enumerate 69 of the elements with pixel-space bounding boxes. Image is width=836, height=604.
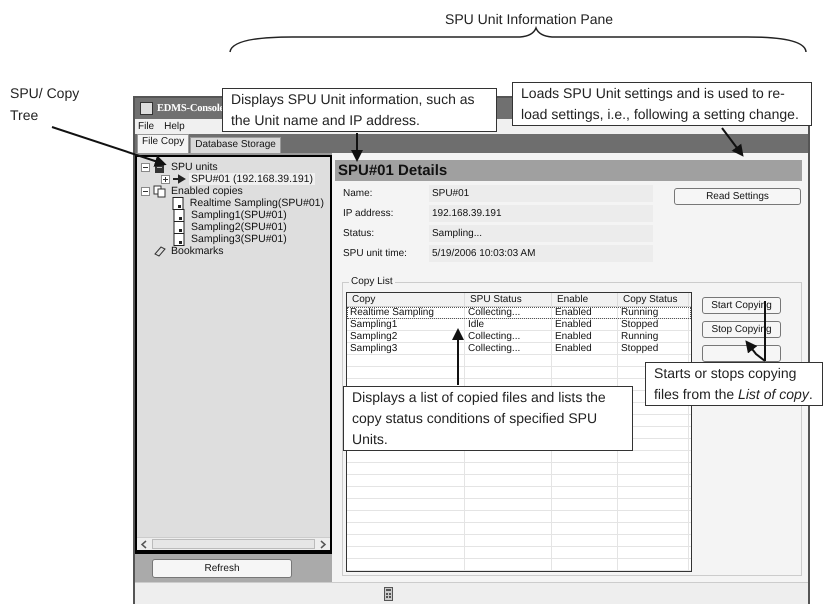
table-cell: Running	[618, 331, 689, 342]
details-header: SPU#01 Details	[335, 160, 802, 181]
table-cell: Idle	[465, 319, 552, 330]
table-cell: Enabled	[552, 319, 618, 330]
field-value: SPU#01	[429, 185, 653, 202]
app-icon	[140, 102, 153, 115]
expand-icon[interactable]	[161, 174, 170, 184]
column-header[interactable]: Copy	[347, 293, 465, 307]
document-icon	[172, 196, 185, 210]
table-cell: Running	[618, 307, 689, 318]
read-settings-button[interactable]: Read Settings	[674, 188, 801, 205]
tag-icon	[153, 244, 166, 258]
tree-item[interactable]: Enabled copies	[169, 185, 245, 197]
arrow-icon	[173, 172, 186, 186]
collapse-icon[interactable]	[141, 186, 150, 196]
callout-text: Displays a list of copied files and lists the copy status conditions of specified SPU Units.	[343, 386, 633, 451]
pages-icon	[153, 184, 166, 198]
callout-text: Displays SPU Unit information, such as the Unit name and IP address.	[222, 88, 497, 132]
pane-label: SPU Unit Information Pane	[445, 10, 614, 29]
field-value: 192.168.39.191	[429, 205, 653, 222]
refresh-button[interactable]: Refresh	[152, 558, 292, 578]
tree-item[interactable]: SPU#01 (192.168.39.191)	[189, 173, 316, 185]
table-cell: Stopped	[618, 343, 689, 354]
document-icon	[173, 232, 186, 246]
callout-text: Starts or stops copying files from the List of copy.	[645, 362, 823, 406]
tab[interactable]: Database Storage	[190, 137, 281, 153]
field-value: Sampling...	[429, 225, 653, 242]
menu-item[interactable]: Help	[164, 121, 185, 132]
keypad-icon	[384, 586, 393, 600]
table-cell: Sampling2	[347, 331, 465, 342]
tree-item[interactable]: Bookmarks	[169, 245, 226, 257]
table-cell: Sampling3	[347, 343, 465, 354]
table-cell: Collecting...	[465, 331, 552, 342]
callout-text: Loads SPU Unit settings and is used to re-load settings, i.e., following a setting change.	[512, 82, 812, 126]
tree-item[interactable]: Realtime Sampling(SPU#01)	[188, 197, 326, 209]
field-label: Name:	[343, 188, 374, 199]
tree-item[interactable]: Sampling3(SPU#01)	[189, 233, 289, 245]
column-header[interactable]: Copy Status	[618, 293, 689, 307]
table-row[interactable]: Realtime Sampling Collecting... Enabled Running	[347, 307, 691, 319]
hidden-button[interactable]	[702, 345, 781, 362]
field-label: IP address:	[343, 208, 394, 219]
menu-item[interactable]: File	[138, 121, 154, 132]
tree-item[interactable]: SPU units	[169, 161, 220, 173]
table-cell: Enabled	[552, 343, 618, 354]
leader-line	[452, 328, 464, 385]
window-title: EDMS-Console	[157, 103, 224, 114]
table-cell: Stopped	[618, 319, 689, 330]
column-header[interactable]: SPU Status	[465, 293, 552, 307]
tree-item[interactable]: Sampling2(SPU#01)	[189, 221, 289, 233]
document-icon	[173, 208, 186, 222]
leader-line	[721, 127, 744, 157]
leader-line	[351, 133, 363, 162]
field-value: 5/19/2006 10:03:03 AM	[429, 245, 653, 262]
field-label: SPU unit time:	[343, 248, 408, 259]
table-cell: Realtime Sampling	[347, 307, 465, 318]
table-cell: Enabled	[552, 331, 618, 342]
table-cell: Sampling1	[347, 319, 465, 330]
horizontal-scrollbar[interactable]	[137, 537, 330, 550]
document-icon	[173, 220, 186, 234]
table-cell: Enabled	[552, 307, 618, 318]
field-label: Status:	[343, 228, 376, 239]
tree-item[interactable]: Sampling1(SPU#01)	[189, 209, 289, 221]
group-title: Copy List	[349, 276, 395, 287]
column-header[interactable]: Enable	[552, 293, 618, 307]
tab[interactable]: File Copy	[137, 134, 190, 153]
tree-label: SPU/ Copy Tree	[10, 84, 80, 125]
table-cell: Collecting...	[465, 307, 552, 318]
table-cell: Collecting...	[465, 343, 552, 354]
collapse-icon[interactable]	[141, 162, 150, 172]
